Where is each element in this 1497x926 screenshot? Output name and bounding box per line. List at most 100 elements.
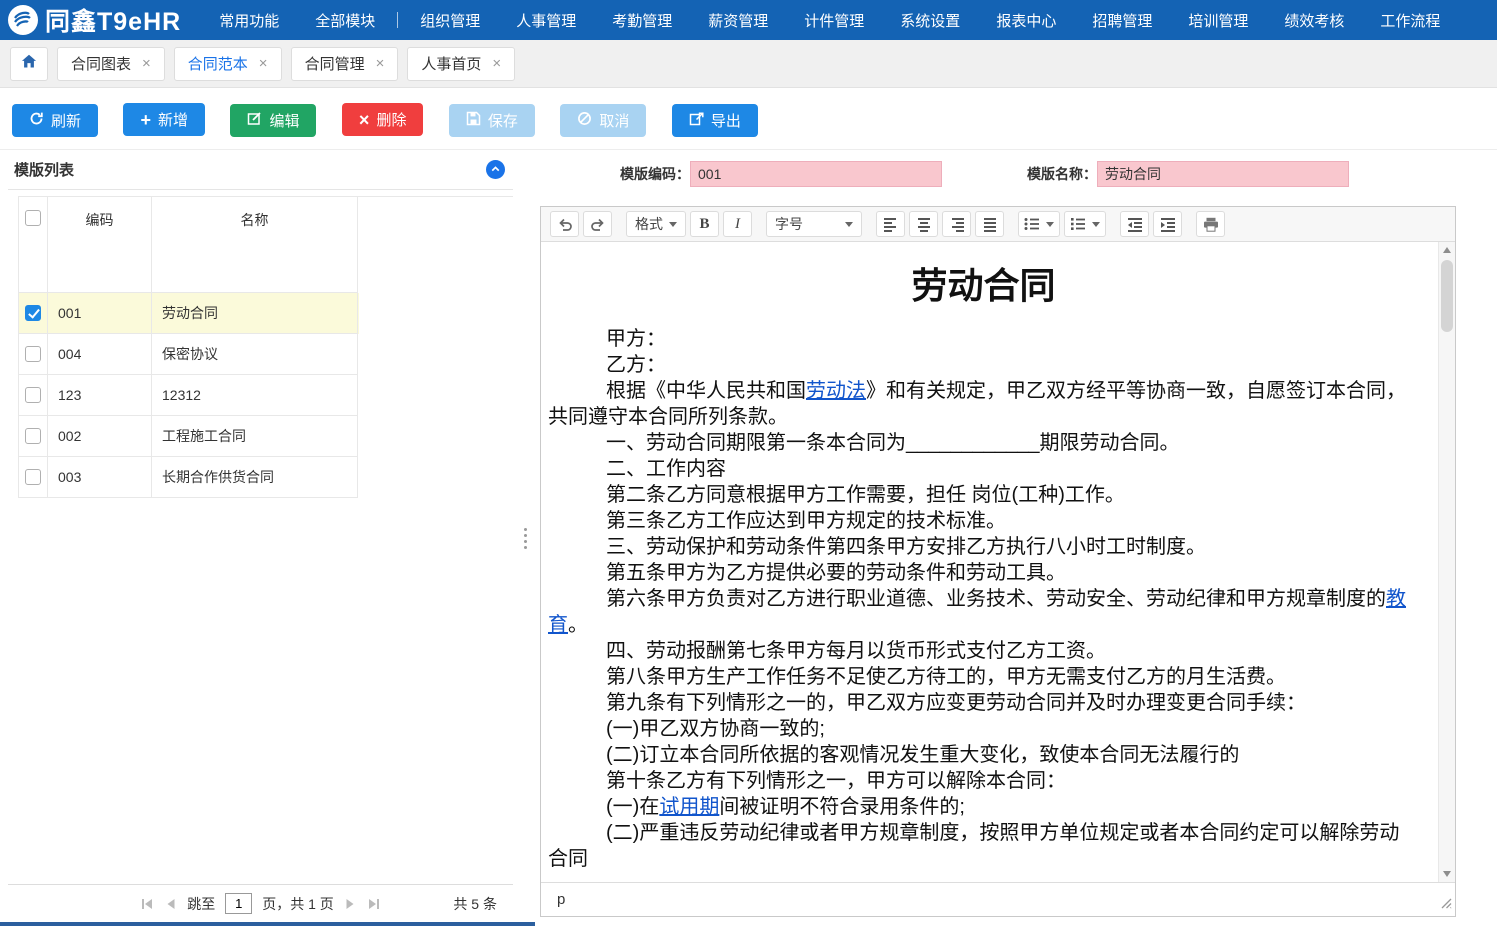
select-all-checkbox[interactable] — [25, 210, 41, 226]
cell-name: 长期合作供货合同 — [152, 457, 358, 498]
table-row[interactable]: 004保密协议 — [18, 334, 359, 375]
editor-content[interactable]: 劳动合同 甲方：乙方：根据《中华人民共和国劳动法》和有关规定，甲乙双方经平等协商… — [541, 242, 1455, 882]
table-body: 001劳动合同004保密协议12312312002工程施工合同003长期合作供货… — [18, 293, 513, 498]
document-text: 二、工作内容 — [606, 458, 726, 480]
align-right-button[interactable] — [942, 211, 971, 237]
document-text: 根据《中华人民共和国 — [606, 380, 806, 402]
document-paragraph: (二)严重违反劳动纪律或者甲方规章制度，按照甲方单位规定或者本合同约定可以解除劳… — [548, 820, 1419, 872]
tab-item[interactable]: 合同图表 × — [57, 47, 165, 81]
nav-item[interactable]: 常用功能 — [201, 10, 297, 31]
font-size-dropdown[interactable]: 字号 — [766, 211, 862, 237]
delete-label: 删除 — [376, 109, 406, 130]
export-button[interactable]: 导出 — [672, 104, 758, 137]
row-checkbox[interactable] — [25, 469, 41, 485]
row-checkbox[interactable] — [25, 346, 41, 362]
table-row[interactable]: 12312312 — [18, 375, 359, 416]
outdent-button[interactable] — [1120, 211, 1149, 237]
add-button[interactable]: + 新增 — [123, 103, 205, 136]
delete-button[interactable]: × 删除 — [342, 103, 424, 136]
nav-item[interactable]: 薪资管理 — [690, 10, 786, 31]
page-number-input[interactable] — [225, 893, 252, 914]
document-text: 第二条乙方同意根据甲方工作需要，担任 岗位(工种)工作。 — [606, 484, 1125, 506]
rich-text-editor: 格式 B I 字号 — [540, 206, 1456, 917]
row-checkbox[interactable] — [25, 305, 41, 321]
document-paragraph: 乙方： — [548, 352, 1419, 378]
tab-item[interactable]: 合同范本× — [174, 47, 282, 81]
tab-close-icon[interactable]: × — [376, 56, 385, 71]
undo-icon — [557, 216, 573, 232]
print-button[interactable] — [1196, 211, 1225, 237]
tab-close-icon[interactable]: × — [492, 56, 501, 71]
align-left-button[interactable] — [876, 211, 905, 237]
nav-item[interactable]: 考勤管理 — [594, 10, 690, 31]
format-dropdown[interactable]: 格式 — [626, 211, 686, 237]
tab-label: 合同图表 — [71, 53, 131, 74]
undo-button[interactable] — [550, 211, 579, 237]
first-page-button[interactable] — [141, 898, 155, 910]
document-text: 第九条有下列情形之一的，甲乙双方应变更劳动合同并及时办理变更合同手续： — [606, 692, 1306, 714]
document-link[interactable]: 劳动法 — [806, 380, 866, 402]
save-button[interactable]: 保存 — [449, 104, 535, 137]
prev-page-button[interactable] — [165, 898, 177, 910]
chevron-down-icon — [1046, 222, 1054, 227]
editor-scrollbar[interactable] — [1438, 242, 1455, 882]
template-name-input[interactable] — [1097, 161, 1349, 187]
logo[interactable]: 同鑫T9eHR — [0, 2, 191, 38]
scrollbar-thumb[interactable] — [1441, 260, 1453, 332]
nav-item[interactable]: 人事管理 — [498, 10, 594, 31]
document-text: (一)甲乙双方协商一致的; — [606, 718, 825, 740]
document-text: 第十条乙方有下列情形之一，甲方可以解除本合同： — [606, 770, 1066, 792]
align-justify-button[interactable] — [975, 211, 1004, 237]
table-row[interactable]: 001劳动合同 — [18, 293, 359, 334]
edit-label: 编辑 — [269, 110, 299, 131]
panel-splitter[interactable] — [513, 150, 537, 926]
last-page-button[interactable] — [366, 898, 380, 910]
indent-button[interactable] — [1153, 211, 1182, 237]
collapse-panel-button[interactable] — [486, 160, 505, 179]
nav-item[interactable]: 培训管理 — [1170, 10, 1266, 31]
tab-close-icon[interactable]: × — [259, 56, 268, 71]
cancel-button[interactable]: 取消 — [560, 104, 646, 137]
font-size-label: 字号 — [775, 214, 803, 234]
table-row[interactable]: 003长期合作供货合同 — [18, 457, 359, 498]
nav-item[interactable]: 计件管理 — [786, 10, 882, 31]
tab-item[interactable]: 人事首页× — [407, 47, 515, 81]
document-text: 甲方： — [606, 328, 666, 350]
row-checkbox[interactable] — [25, 387, 41, 403]
align-center-button[interactable] — [909, 211, 938, 237]
edit-button[interactable]: 编辑 — [230, 104, 316, 137]
pagination-bar: 跳至 页，共 1 页 共 5 条 — [8, 884, 513, 922]
numbered-list-button[interactable] — [1064, 211, 1106, 237]
italic-button[interactable]: I — [723, 211, 752, 237]
nav-item[interactable]: 全部模块 — [297, 10, 393, 31]
scroll-up-icon[interactable] — [1439, 242, 1455, 258]
nav-menu: 常用功能全部模块组织管理人事管理考勤管理薪资管理计件管理系统设置报表中心招聘管理… — [201, 0, 1458, 40]
document-paragraph: (二)订立本合同所依据的客观情况发生重大变化，致使本合同无法履行的 — [548, 742, 1419, 768]
nav-item[interactable]: 工作流程 — [1362, 10, 1458, 31]
panel-title: 模版列表 — [14, 159, 74, 180]
select-all-cell — [18, 197, 48, 293]
document-link[interactable]: 试用期 — [659, 796, 719, 818]
redo-button[interactable] — [583, 211, 612, 237]
home-tab[interactable] — [10, 47, 48, 81]
bullet-list-button[interactable] — [1018, 211, 1060, 237]
table-header: 编码 名称 — [18, 196, 513, 293]
nav-item[interactable]: 绩效考核 — [1266, 10, 1362, 31]
refresh-button[interactable]: 刷新 — [12, 104, 98, 137]
row-checkbox[interactable] — [25, 428, 41, 444]
table-row[interactable]: 002工程施工合同 — [18, 416, 359, 457]
nav-item[interactable]: 系统设置 — [882, 10, 978, 31]
bold-button[interactable]: B — [690, 211, 719, 237]
align-left-icon — [884, 217, 898, 232]
document-text: 乙方： — [606, 354, 666, 376]
column-header-name: 名称 — [152, 197, 358, 293]
nav-item[interactable]: 组织管理 — [402, 10, 498, 31]
template-code-input[interactable] — [690, 161, 942, 187]
next-page-button[interactable] — [344, 898, 356, 910]
nav-item[interactable]: 报表中心 — [978, 10, 1074, 31]
tab-close-icon[interactable]: × — [142, 56, 151, 71]
tab-item[interactable]: 合同管理× — [291, 47, 399, 81]
nav-item[interactable]: 招聘管理 — [1074, 10, 1170, 31]
resize-grip-icon[interactable] — [1439, 896, 1453, 914]
scroll-down-icon[interactable] — [1439, 866, 1455, 882]
